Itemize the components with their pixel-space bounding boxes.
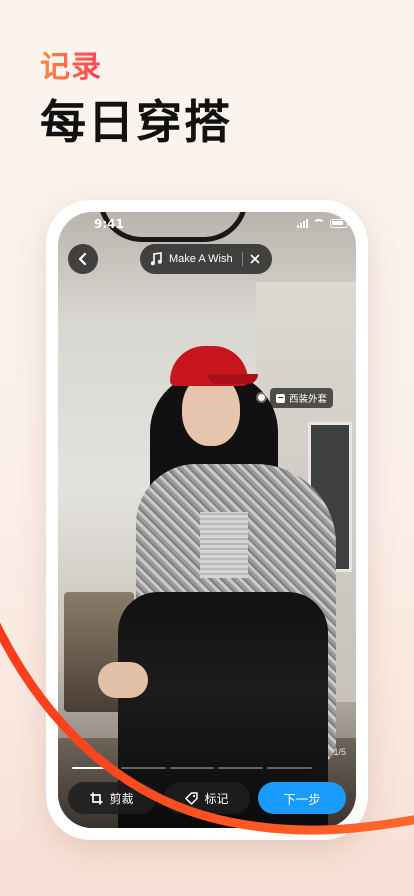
- product-tag-label: 西装外套: [289, 394, 328, 405]
- status-icons: [297, 219, 348, 228]
- next-button[interactable]: 下一步: [258, 782, 346, 814]
- chevron-left-icon: [78, 252, 87, 266]
- music-title: Make A Wish: [169, 253, 233, 265]
- headline-main: 每日穿搭: [40, 95, 232, 149]
- product-tag[interactable]: 西装外套: [270, 388, 334, 408]
- photo-figure-top: [200, 512, 248, 578]
- photo-preview: [58, 212, 356, 828]
- crop-button[interactable]: 剪裁: [68, 782, 156, 814]
- tag-button-label: 标记: [204, 791, 229, 806]
- crop-icon: [90, 792, 103, 804]
- signal-icon: [297, 219, 308, 228]
- photo-figure-hand: [98, 662, 148, 698]
- headline-accent: 记录: [40, 42, 102, 86]
- photo-progress: [72, 767, 312, 769]
- tag-anchor-dot[interactable]: [258, 394, 265, 401]
- music-note-icon: [150, 252, 162, 266]
- status-time: 9:41: [94, 217, 124, 231]
- progress-segment: [72, 767, 117, 769]
- tag-icon: [185, 791, 199, 805]
- next-button-label: 下一步: [283, 791, 321, 807]
- music-selector[interactable]: Make A Wish: [140, 244, 272, 274]
- battery-icon: [330, 219, 348, 228]
- music-close-button[interactable]: [250, 254, 260, 264]
- music-divider: [241, 252, 243, 266]
- tag-icon: [276, 393, 285, 403]
- wifi-icon: [313, 219, 325, 228]
- back-button[interactable]: [68, 244, 98, 274]
- crop-button-label: 剪裁: [109, 791, 134, 806]
- progress-segment: [218, 767, 264, 769]
- tag-button[interactable]: 标记: [164, 782, 250, 814]
- photo-figure-cap-brim: [208, 374, 258, 384]
- progress-segment: [120, 767, 166, 769]
- progress-segment: [169, 767, 215, 769]
- progress-segment: [267, 767, 312, 769]
- close-icon: [250, 254, 259, 264]
- page-indicator: 1/5: [333, 747, 346, 757]
